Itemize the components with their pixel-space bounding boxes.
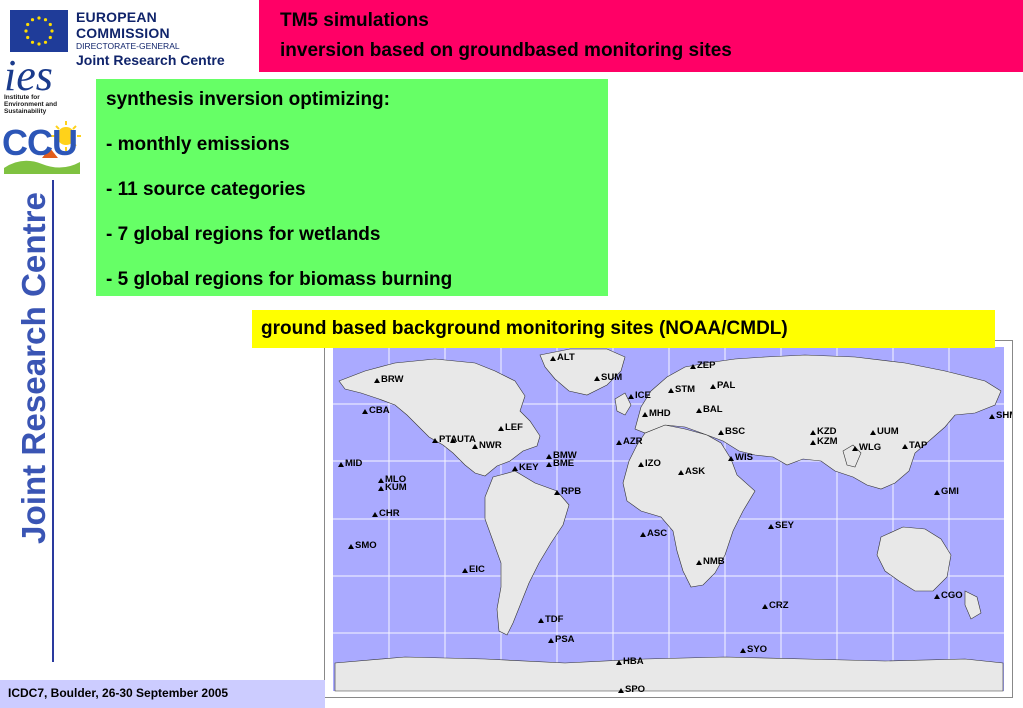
ies-caption-line: Institute for [4,94,40,101]
map-caption-box: ground based background monitoring sites… [252,310,995,348]
site-label: STM [675,384,695,395]
site-label: RPB [561,486,581,497]
slide-title: TM5 simulations [280,10,429,31]
inversion-settings-box: synthesis inversion optimizing: - monthl… [96,79,608,296]
ec-logo-subtitle: DIRECTORATE-GENERAL [76,41,180,51]
ec-logo-name: Joint Research Centre [76,52,225,68]
title-box: TM5 simulations inversion based on groun… [259,0,1023,72]
world-map: ALT ZEP BRW SUM STM PAL ICE CBA MHD BAL SHM LEF BSC K… [333,347,1017,695]
ec-logo: EUROPEAN COMMISSION DIRECTORATE-GENERAL … [6,4,251,68]
site-label: MHD [649,408,671,419]
site-label: BME [553,458,574,469]
antarctica [334,656,1004,692]
ies-caption-line: Environment and [4,101,58,108]
vertical-brand-text: Joint Research Centre [15,192,52,544]
ccu-logo-word: CCU [2,122,78,163]
site-label: LEF [505,422,523,433]
site-label: SHM [996,410,1012,421]
site-label: SUM [601,372,622,383]
site-label: EIC [469,564,485,575]
ec-logo-text: EUROPEAN COMMISSION DIRECTORATE-GENERAL … [76,9,251,68]
site-label: ICE [635,390,651,401]
bullet-item: - monthly emissions [106,134,290,155]
site-label: ASC [647,528,667,539]
eu-flag-icon [10,10,68,52]
site-label: KEY [519,462,539,473]
ccu-logo: CCU [2,118,82,174]
site-label: SMO [355,540,377,551]
bullet-item: - 7 global regions for wetlands [106,224,381,245]
site-label: BSC [725,426,745,437]
vertical-brand: Joint Research Centre [15,192,52,544]
bullet-item: - 11 source categories [106,179,306,200]
site-label: IZO [645,458,661,469]
site-label: ZEP [697,360,716,371]
bullet-heading: synthesis inversion optimizing: [106,89,390,110]
site-label: ASK [685,466,705,477]
site-label: MID [345,458,363,469]
site-label: KZM [817,436,838,447]
site-label: SPO [625,684,645,695]
ec-logo-title: EUROPEAN COMMISSION [76,9,170,41]
site-label: WLG [859,442,881,453]
footer-text: ICDC7, Boulder, 26-30 September 2005 [8,686,229,700]
site-label: UTA [457,434,476,445]
ies-caption-line: Sustainability [4,108,47,115]
site-label: BRW [381,374,404,385]
site-label: PTA [439,434,457,445]
site-label: BAL [703,404,723,415]
bullet-item: - 5 global regions for biomass burning [106,269,453,290]
site-label: CGO [941,590,963,601]
site-label: WIS [735,452,753,463]
site-label: TAP [909,440,928,451]
site-label: NWR [479,440,502,451]
ies-logo-word: ies [4,51,53,100]
site-label: HBA [623,656,644,667]
site-label: GMI [941,486,959,497]
footer: ICDC7, Boulder, 26-30 September 2005 [0,680,325,708]
site-label: CHR [379,508,400,519]
site-label: UUM [877,426,899,437]
site-label: PAL [717,380,735,391]
brand-divider [52,180,54,662]
ies-logo: ies Institute for Environment and Sustai… [4,51,88,118]
slide-subtitle: inversion based on groundbased monitorin… [280,40,732,61]
site-label: TDF [545,614,564,625]
site-label: AZR [623,436,643,447]
site-map: ALT ZEP BRW SUM STM PAL ICE CBA MHD BAL SHM LEF BSC K… [324,340,1017,698]
site-label: CRZ [769,600,789,611]
site-label: NMB [703,556,725,567]
site-label: PSA [555,634,575,645]
ies-logo-caption: Institute for Environment and Sustainabi… [4,94,57,115]
site-label: CBA [369,405,390,416]
site-label: ALT [557,352,575,363]
site-label: KUM [385,482,407,493]
site-label: SYO [747,644,767,655]
site-label: SEY [775,520,795,531]
map-caption: ground based background monitoring sites… [261,318,788,339]
